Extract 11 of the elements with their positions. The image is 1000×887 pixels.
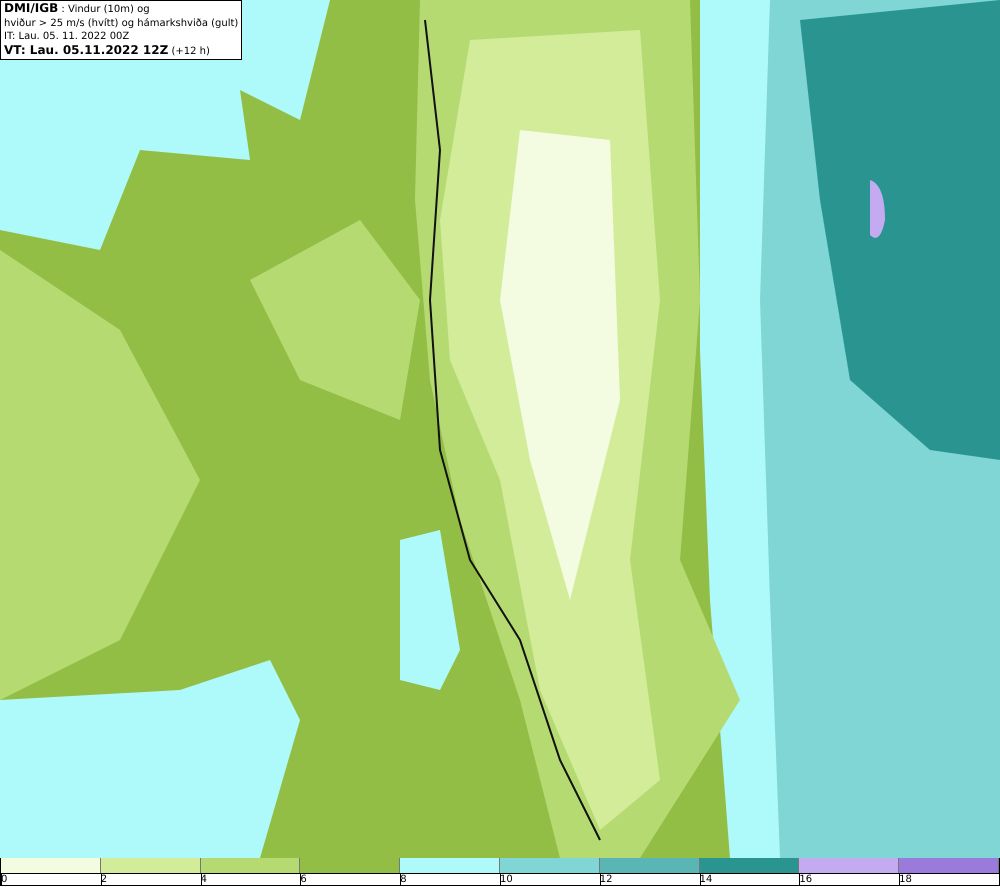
- tick-label: 18: [899, 874, 912, 885]
- tick-label: 8: [400, 874, 407, 885]
- tick-label: 12: [600, 874, 613, 885]
- info-text: DMI/IGB : Vindur (10m) og: [4, 2, 151, 16]
- info-text: hviður > 25 m/s (hvítt) og hámarkshviða (gult): [4, 16, 238, 30]
- tick-label: 16: [799, 874, 812, 885]
- info-text: VT: Lau. 05.11.2022 12Z (+12 h): [4, 44, 211, 58]
- tick-label: 14: [700, 874, 712, 885]
- tick-label: 10: [500, 874, 513, 885]
- tick-label: 6: [300, 874, 307, 885]
- info-text: IT: Lau. 05. 11. 2022 00Z: [4, 30, 130, 44]
